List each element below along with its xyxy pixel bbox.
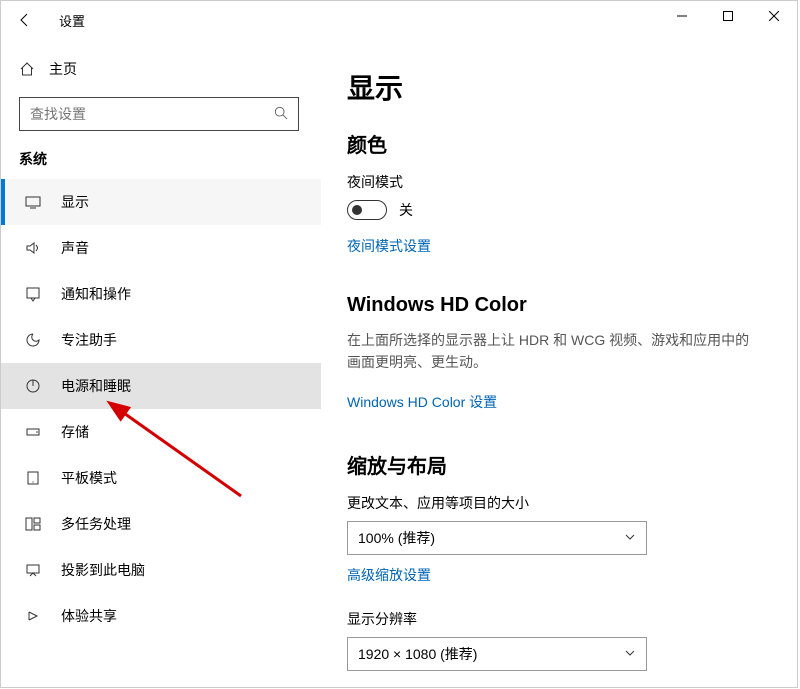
- advanced-scaling-link[interactable]: 高级缩放设置: [347, 565, 431, 585]
- section-color-heading: 颜色: [347, 129, 763, 158]
- sidebar-section-title: 系统: [1, 145, 321, 179]
- multitasking-icon: [23, 516, 43, 532]
- sidebar-item-notifications[interactable]: 通知和操作: [1, 271, 321, 317]
- page-title: 显示: [347, 67, 763, 107]
- sidebar-item-power-sleep[interactable]: 电源和睡眠: [1, 363, 321, 409]
- window-title: 设置: [59, 11, 85, 30]
- text-size-label: 更改文本、应用等项目的大小: [347, 493, 763, 513]
- projecting-icon: [23, 562, 43, 578]
- resolution-select[interactable]: 1920 × 1080 (推荐): [347, 637, 647, 671]
- home-icon: [19, 61, 35, 77]
- section-scale-heading: 缩放与布局: [347, 450, 763, 479]
- home-label: 主页: [49, 59, 77, 79]
- sidebar-item-label: 体验共享: [61, 606, 117, 626]
- night-mode-state: 关: [399, 200, 413, 220]
- window-body: 主页 系统 显示 声音: [1, 39, 797, 687]
- storage-icon: [23, 424, 43, 440]
- sidebar-item-display[interactable]: 显示: [1, 179, 321, 225]
- sidebar: 主页 系统 显示 声音: [1, 39, 321, 687]
- section-hd-heading: Windows HD Color: [347, 294, 763, 317]
- night-mode-settings-link[interactable]: 夜间模式设置: [347, 236, 431, 256]
- night-mode-toggle[interactable]: [347, 200, 387, 220]
- sidebar-item-label: 多任务处理: [61, 514, 131, 534]
- chevron-down-icon: [624, 530, 636, 546]
- hd-settings-link[interactable]: Windows HD Color 设置: [347, 392, 497, 412]
- sidebar-item-focus-assist[interactable]: 专注助手: [1, 317, 321, 363]
- sidebar-item-label: 投影到此电脑: [61, 560, 145, 580]
- resolution-label: 显示分辨率: [347, 609, 763, 629]
- window-controls: [659, 1, 797, 31]
- sidebar-item-sound[interactable]: 声音: [1, 225, 321, 271]
- home-button[interactable]: 主页: [1, 49, 321, 89]
- shared-icon: [23, 608, 43, 624]
- display-icon: [23, 194, 43, 210]
- text-size-value: 100% (推荐): [358, 528, 435, 548]
- settings-window: 设置 主页: [0, 0, 798, 688]
- titlebar: 设置: [1, 1, 797, 39]
- search-field[interactable]: [30, 106, 274, 122]
- night-mode-toggle-row: 关: [347, 200, 763, 220]
- search-icon: [274, 106, 288, 123]
- back-button[interactable]: [9, 4, 41, 36]
- sidebar-item-shared-experiences[interactable]: 体验共享: [1, 593, 321, 639]
- notifications-icon: [23, 286, 43, 302]
- sidebar-item-label: 通知和操作: [61, 284, 131, 304]
- sidebar-item-multitasking[interactable]: 多任务处理: [1, 501, 321, 547]
- sidebar-item-label: 声音: [61, 238, 89, 258]
- hd-description: 在上面所选择的显示器上让 HDR 和 WCG 视频、游戏和应用中的画面更明亮、更…: [347, 329, 763, 374]
- sound-icon: [23, 240, 43, 256]
- sidebar-item-label: 存储: [61, 422, 89, 442]
- focus-assist-icon: [23, 332, 43, 348]
- resolution-value: 1920 × 1080 (推荐): [358, 644, 477, 664]
- text-size-select[interactable]: 100% (推荐): [347, 521, 647, 555]
- sidebar-item-label: 专注助手: [61, 330, 117, 350]
- content-area: 显示 颜色 夜间模式 关 夜间模式设置 Windows HD Color 在上面…: [321, 39, 797, 687]
- sidebar-item-label: 平板模式: [61, 468, 117, 488]
- power-icon: [23, 378, 43, 394]
- search-input[interactable]: [19, 97, 299, 131]
- minimize-button[interactable]: [659, 1, 705, 31]
- sidebar-item-label: 显示: [61, 192, 89, 212]
- chevron-down-icon: [624, 646, 636, 662]
- toggle-knob: [352, 205, 362, 215]
- sidebar-nav: 显示 声音 通知和操作 专注助手 电源和睡眠: [1, 179, 321, 639]
- search-wrapper: [1, 89, 321, 145]
- sidebar-item-storage[interactable]: 存储: [1, 409, 321, 455]
- maximize-button[interactable]: [705, 1, 751, 31]
- night-mode-label: 夜间模式: [347, 172, 763, 192]
- sidebar-item-label: 电源和睡眠: [61, 376, 131, 396]
- orientation-label: 显示方向: [347, 685, 763, 687]
- tablet-icon: [23, 470, 43, 486]
- sidebar-item-tablet-mode[interactable]: 平板模式: [1, 455, 321, 501]
- close-button[interactable]: [751, 1, 797, 31]
- sidebar-item-projecting[interactable]: 投影到此电脑: [1, 547, 321, 593]
